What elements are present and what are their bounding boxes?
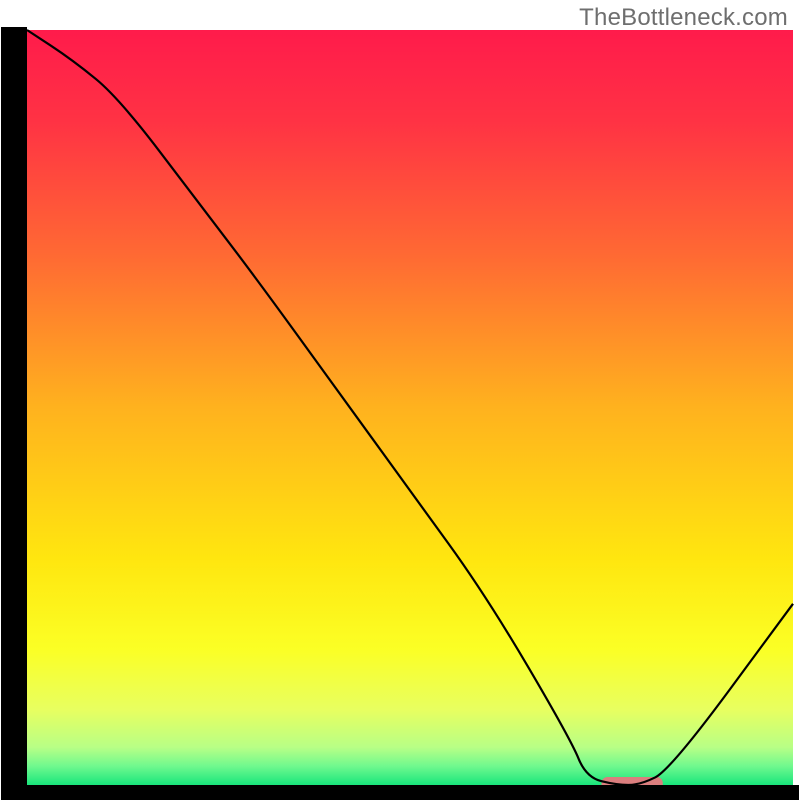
bottleneck-chart (0, 0, 800, 800)
x-axis (1, 785, 799, 800)
chart-container: TheBottleneck.com (0, 0, 800, 800)
watermark-text: TheBottleneck.com (579, 4, 788, 32)
y-axis (1, 27, 27, 800)
plot-background (27, 30, 793, 785)
